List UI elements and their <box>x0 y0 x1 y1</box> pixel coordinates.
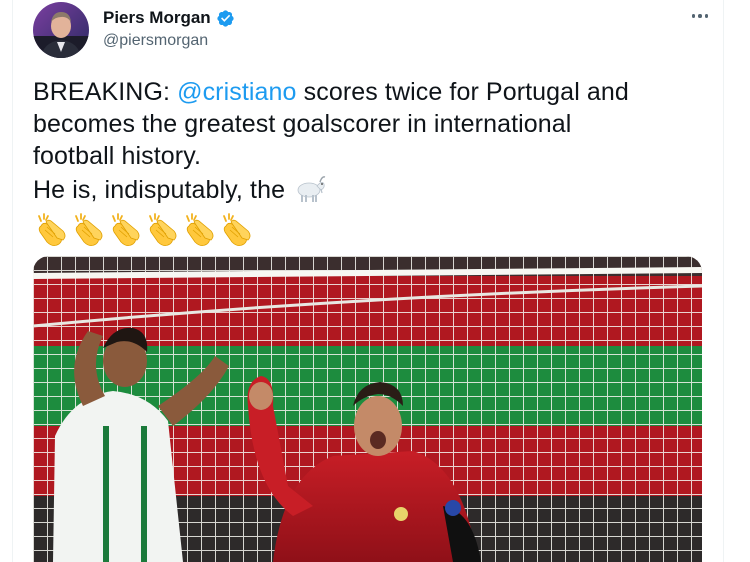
clapping-hands-row <box>33 212 713 248</box>
mention-link[interactable]: @cristiano <box>177 78 296 106</box>
clapping-hands-emoji <box>70 212 107 248</box>
tweet-line-2: becomes the greatest goalscorer in inter… <box>33 110 572 138</box>
clapping-hands-emoji <box>33 212 70 248</box>
display-name[interactable]: Piers Morgan <box>103 8 211 28</box>
clapping-hands-emoji <box>181 212 218 248</box>
verified-badge-icon <box>216 9 235 28</box>
handle[interactable]: @piersmorgan <box>103 32 235 50</box>
tweet-line-4: He is, indisputably, the <box>33 172 713 212</box>
more-options-icon[interactable] <box>685 4 715 28</box>
tweet-card: Piers Morgan @piersmorgan BREAKING: @cri… <box>12 0 724 562</box>
display-name-row: Piers Morgan <box>103 8 235 28</box>
goat-emoji <box>292 172 328 212</box>
tweet-text: BREAKING: @cristiano scores twice for Po… <box>33 76 713 248</box>
tweet-media-image[interactable] <box>33 256 702 562</box>
clapping-hands-emoji <box>107 212 144 248</box>
tweet-line-1: BREAKING: @cristiano scores twice for Po… <box>33 76 713 108</box>
avatar[interactable] <box>33 2 89 58</box>
clapping-hands-emoji <box>144 212 181 248</box>
author-names: Piers Morgan @piersmorgan <box>103 8 235 50</box>
tweet-header: Piers Morgan @piersmorgan <box>33 2 713 58</box>
tweet-line-1-rest: scores twice for Portugal and <box>296 78 629 106</box>
tweet-line-4-text: He is, indisputably, the <box>33 176 293 204</box>
clapping-hands-emoji <box>218 212 255 248</box>
tweet-line-3: football history. <box>33 142 201 170</box>
tweet-prefix: BREAKING: <box>33 78 178 106</box>
